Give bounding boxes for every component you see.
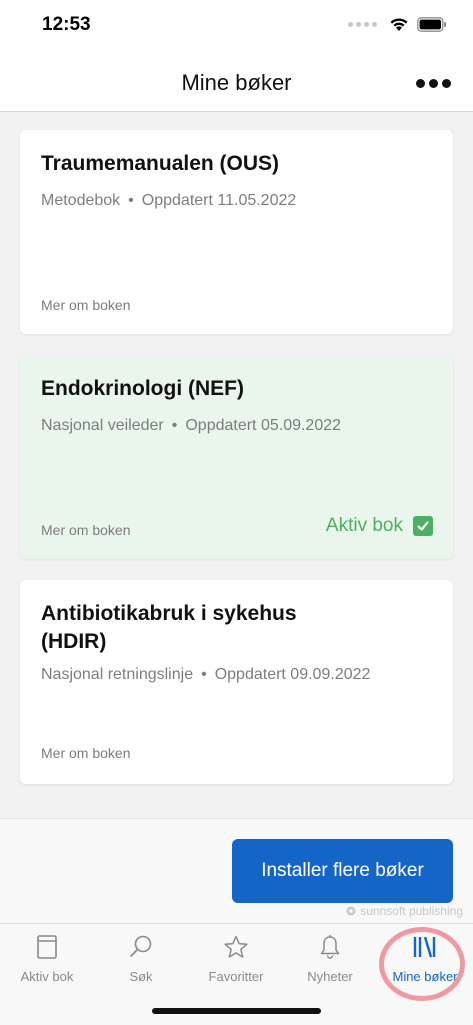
book-icon: [37, 935, 57, 959]
wifi-icon: [390, 18, 408, 31]
page-title: Mine bøker: [181, 70, 292, 95]
status-icons: [348, 16, 447, 32]
publisher-name: sunnsoft publishing: [360, 904, 463, 918]
book-card-endokrinologi[interactable]: Endokrinologi (NEF) Nasjonal veileder • Op…: [20, 355, 453, 559]
active-book-badge: Aktiv bok: [326, 515, 433, 537]
meta-separator: •: [201, 666, 207, 683]
book-meta: Nasjonal retningslinje • Oppdatert 09.09.2…: [41, 666, 370, 684]
install-panel: Installer flere bøker sunnsoft publishin…: [0, 818, 473, 924]
tab-label: Søk: [129, 969, 153, 984]
book-title: Traumemanualen (OUS): [41, 152, 280, 175]
cellular-signal-icon: [348, 21, 377, 27]
tab-search[interactable]: Søk: [94, 924, 188, 1004]
navigation-bar: Mine bøker: [0, 56, 473, 112]
status-bar: 12:53: [0, 0, 473, 56]
status-time: 12:53: [42, 14, 91, 35]
tab-label: Favoritter: [208, 969, 264, 984]
install-more-books-button[interactable]: Installer flere bøker: [232, 839, 453, 903]
book-title: Antibiotikabruk i sykehus (HDIR): [41, 602, 297, 653]
book-card-antibiotikabruk[interactable]: Antibiotikabruk i sykehus (HDIR) Nasjona…: [20, 580, 453, 784]
checkmark-icon: [413, 516, 433, 536]
active-book-label: Aktiv bok: [325, 515, 403, 536]
book-type: Nasjonal veileder: [41, 417, 164, 434]
book-updated: Oppdatert 11.05.2022: [141, 192, 297, 209]
book-updated: Oppdatert 09.09.2022: [214, 666, 371, 683]
tab-news[interactable]: Nyheter: [283, 924, 377, 1004]
more-options-button[interactable]: [413, 66, 453, 100]
more-about-book-link[interactable]: Mer om boken: [41, 522, 130, 538]
tab-label: Mine bøker: [392, 969, 458, 984]
tab-label: Aktiv bok: [20, 969, 74, 984]
home-indicator[interactable]: [152, 1008, 321, 1014]
book-type: Metodebok: [41, 192, 121, 209]
tab-favorites[interactable]: Favoritter: [189, 924, 283, 1004]
battery-icon: [417, 16, 446, 32]
library-icon: [413, 936, 436, 958]
tab-active-book[interactable]: Aktiv bok: [0, 924, 94, 1004]
star-icon: [224, 935, 248, 958]
book-meta: Metodebok • Oppdatert 11.05.2022: [41, 192, 296, 210]
more-about-book-link[interactable]: Mer om boken: [41, 297, 130, 313]
meta-separator: •: [128, 192, 134, 209]
book-title: Endokrinologi (NEF): [41, 377, 244, 400]
more-icon: [415, 78, 451, 88]
search-icon: [130, 935, 152, 957]
bell-icon: [320, 935, 340, 959]
tab-my-books[interactable]: Mine bøker: [378, 924, 472, 1004]
book-meta: Nasjonal veileder • Oppdatert 05.09.2022: [41, 417, 341, 435]
more-about-book-link[interactable]: Mer om boken: [41, 745, 130, 761]
publisher-logo: sunnsoft publishing: [346, 904, 463, 918]
publisher-logo-icon: [346, 906, 356, 916]
tab-label: Nyheter: [307, 969, 353, 984]
book-type: Nasjonal retningslinje: [41, 666, 194, 683]
book-updated: Oppdatert 05.09.2022: [185, 417, 342, 434]
book-card-traumemanualen[interactable]: Traumemanualen (OUS) Metodebok • Oppdatert…: [20, 130, 453, 334]
meta-separator: •: [171, 417, 178, 434]
